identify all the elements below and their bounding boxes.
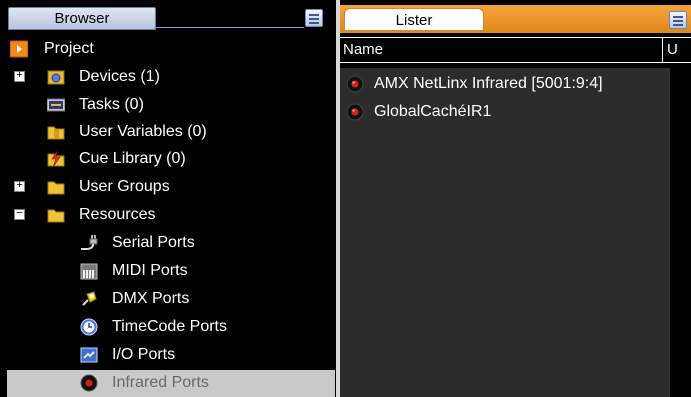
project-icon <box>10 40 28 58</box>
tree-item-label: Cue Library (0) <box>79 150 186 167</box>
tasks-icon <box>47 98 65 112</box>
dmx-port-icon <box>82 291 97 306</box>
tab-underline <box>154 27 304 28</box>
tree-item-midi-ports[interactable]: MIDI Ports <box>10 258 330 284</box>
list-item-label: GlobalCachéIR1 <box>374 103 492 120</box>
column-header-u[interactable]: U <box>667 38 678 62</box>
infrared-port-icon <box>80 374 98 392</box>
tree-item-user-variables[interactable]: User Variables (0) <box>10 119 330 145</box>
tree-item-label: Project <box>44 40 94 57</box>
tree-item-label: Infrared Ports <box>112 374 209 391</box>
tree-item-label: User Variables (0) <box>79 123 207 140</box>
devices-icon <box>47 70 65 85</box>
tree-item-infrared-ports[interactable]: Infrared Ports <box>10 370 330 396</box>
infrared-device-icon <box>346 103 364 121</box>
panel-menu-icon[interactable] <box>669 11 687 29</box>
cue-library-icon <box>47 150 65 168</box>
tree-item-resources[interactable]: − Resources <box>10 202 330 228</box>
list-item[interactable]: GlobalCachéIR1 <box>340 98 670 126</box>
tree-item-io-ports[interactable]: I/O Ports <box>10 342 330 368</box>
tree-item-label: Tasks (0) <box>79 96 144 113</box>
lister-list: AMX NetLinx Infrared [5001:9:4] GlobalCa… <box>340 68 670 397</box>
u-column-area <box>670 68 691 397</box>
user-variables-icon <box>47 126 65 140</box>
panel-menu-icon[interactable] <box>305 9 323 27</box>
browser-tabbar: Browser <box>0 0 336 34</box>
infrared-device-icon <box>346 75 364 93</box>
tree-item-label: MIDI Ports <box>112 262 188 279</box>
timecode-port-icon <box>80 318 98 336</box>
folder-icon <box>47 181 65 195</box>
tree-item-label: Devices (1) <box>79 68 160 85</box>
lister-tabbar: Lister <box>340 5 691 33</box>
tree-item-user-groups[interactable]: + User Groups <box>10 174 330 200</box>
column-header-name[interactable]: Name <box>343 38 383 62</box>
expand-icon[interactable]: + <box>14 181 25 192</box>
tree-item-label: Resources <box>79 206 156 223</box>
tree-item-label: TimeCode Ports <box>112 318 227 335</box>
tree-item-devices[interactable]: + Devices (1) <box>10 64 330 90</box>
lister-panel: Lister Name U AMX NetLinx Infrared [5001… <box>340 0 691 397</box>
tree-item-label: DMX Ports <box>112 290 190 307</box>
collapse-icon[interactable]: − <box>14 209 25 220</box>
tree-item-cue-library[interactable]: Cue Library (0) <box>10 146 330 172</box>
tree-item-timecode-ports[interactable]: TimeCode Ports <box>10 314 330 340</box>
tree-item-dmx-ports[interactable]: DMX Ports <box>10 286 330 312</box>
list-item[interactable]: AMX NetLinx Infrared [5001:9:4] <box>340 70 670 98</box>
expand-icon[interactable]: + <box>14 71 25 82</box>
serial-port-icon <box>81 235 98 250</box>
column-separator[interactable] <box>662 38 663 62</box>
midi-port-icon <box>80 263 98 280</box>
folder-icon <box>47 209 65 223</box>
browser-panel: Browser Project + Devices (1) Tasks (0) … <box>0 0 336 397</box>
list-item-label: AMX NetLinx Infrared [5001:9:4] <box>374 75 603 92</box>
tab-lister[interactable]: Lister <box>344 8 484 31</box>
tab-browser[interactable]: Browser <box>8 7 156 30</box>
tree-item-label: I/O Ports <box>112 346 176 363</box>
column-header: Name U <box>340 37 691 63</box>
tree-item-label: Serial Ports <box>112 234 195 251</box>
io-port-icon <box>80 347 98 363</box>
tree-item-tasks[interactable]: Tasks (0) <box>10 92 330 118</box>
tree-item-serial-ports[interactable]: Serial Ports <box>10 230 330 256</box>
tree-item-label: User Groups <box>79 178 170 195</box>
tree-item-project[interactable]: Project <box>10 36 330 62</box>
